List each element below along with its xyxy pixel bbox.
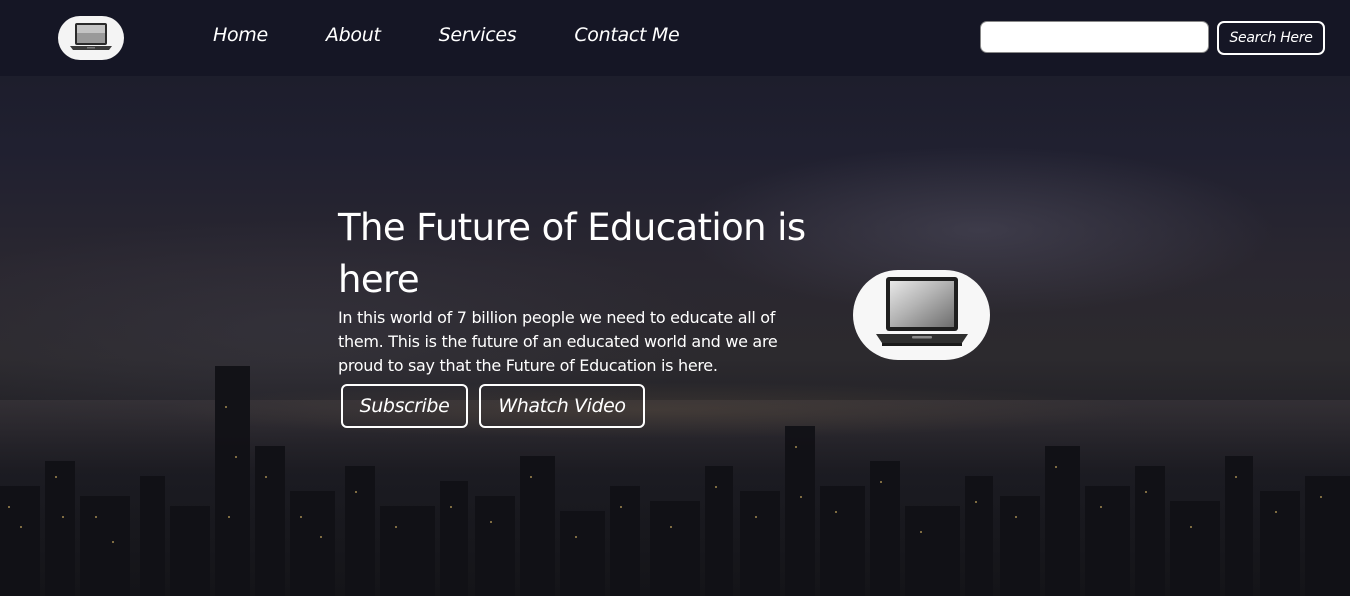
nav-link-about[interactable]: About — [326, 24, 381, 46]
laptop-icon — [65, 18, 117, 58]
laptop-icon — [872, 271, 972, 359]
navbar: Home About Services Contact Me Search He… — [0, 0, 1350, 76]
hero-image — [853, 270, 990, 360]
watch-video-button[interactable]: Whatch Video — [479, 384, 645, 428]
nav-link-services[interactable]: Services — [439, 24, 517, 46]
search-input[interactable] — [980, 21, 1209, 53]
hero-text: In this world of 7 billion people we nee… — [338, 308, 778, 375]
hero-title: The Future of Education is here — [338, 206, 806, 301]
page: Home About Services Contact Me Search He… — [0, 0, 1350, 596]
nav-links: Home About Services Contact Me — [213, 24, 680, 46]
logo[interactable] — [58, 16, 124, 60]
search-button[interactable]: Search Here — [1217, 21, 1325, 55]
subscribe-button[interactable]: Subscribe — [341, 384, 468, 428]
nav-link-home[interactable]: Home — [213, 24, 268, 46]
nav-link-contact-me[interactable]: Contact Me — [574, 24, 679, 46]
